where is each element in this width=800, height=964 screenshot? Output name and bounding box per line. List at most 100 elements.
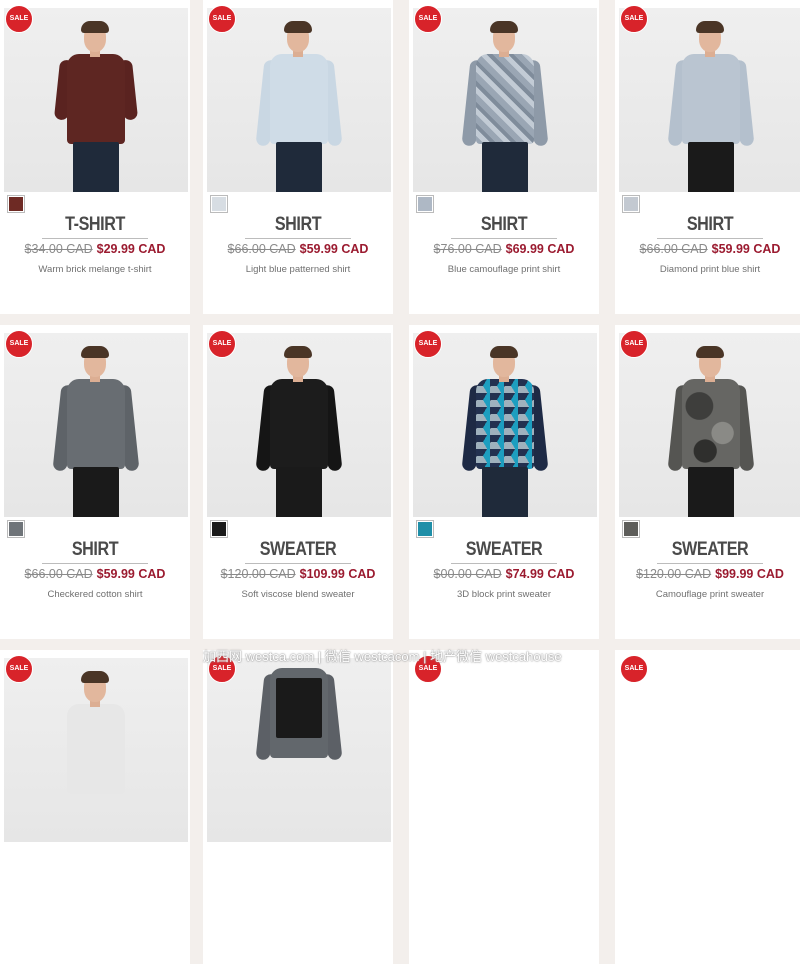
product-card[interactable]: SALE [0,650,190,964]
product-card[interactable]: SALE SWEATER $120.00 CAD $109.99 CAD Soft… [203,325,393,639]
product-card[interactable]: SALE SHIRT $66.00 CAD $59.99 CAD Checkere… [0,325,190,639]
product-card[interactable]: SALE [615,650,800,964]
product-card[interactable]: SALE SWEATER $00.00 CAD $74.99 CAD 3D blo… [409,325,599,639]
sale-price: $109.99 CAD [299,567,376,581]
product-card[interactable]: SALE [203,650,393,964]
product-name[interactable]: SHIRT [217,214,379,236]
sale-price: $29.99 CAD [96,242,166,256]
product-photo[interactable] [207,333,391,517]
product-name[interactable]: SWEATER [423,539,585,561]
product-card[interactable]: SALE SWEATER $120.00 CAD $99.99 CAD Camou… [615,325,800,639]
color-swatch[interactable] [416,520,434,538]
model-figure [460,21,550,192]
price-row: $34.00 CAD $29.99 CAD [0,242,190,256]
divider [657,238,763,239]
model-figure [51,671,141,842]
sale-badge: SALE [620,330,648,358]
divider [42,563,148,564]
color-swatch[interactable] [210,520,228,538]
sale-badge: SALE [414,330,442,358]
original-price: $120.00 CAD [636,567,712,581]
product-photo[interactable] [207,658,391,842]
color-swatch[interactable] [416,195,434,213]
product-description: Warm brick melange t-shirt [38,264,152,275]
product-photo[interactable] [4,8,188,192]
product-name[interactable]: SHIRT [629,214,791,236]
product-card[interactable]: SALE [409,650,599,964]
product-description: Checkered cotton shirt [47,589,143,600]
sale-badge: SALE [5,330,33,358]
product-name[interactable]: SWEATER [217,539,379,561]
product-description: Diamond print blue shirt [659,264,761,275]
sale-badge: SALE [414,5,442,33]
divider [451,563,557,564]
original-price: $66.00 CAD [639,242,708,256]
product-name[interactable]: SWEATER [629,539,791,561]
sale-badge: SALE [208,330,236,358]
divider [657,563,763,564]
original-price: $120.00 CAD [220,567,296,581]
model-figure [460,346,550,517]
product-description: Soft viscose blend sweater [241,589,355,600]
price-row: $00.00 CAD $74.99 CAD [409,567,599,581]
product-description: 3D block print sweater [457,589,551,600]
sale-badge: SALE [620,5,648,33]
sale-badge: SALE [620,655,648,683]
sale-price: $59.99 CAD [711,242,781,256]
product-description: Light blue patterned shirt [245,264,351,275]
model-figure [666,21,756,192]
color-swatch[interactable] [622,195,640,213]
color-swatch[interactable] [622,520,640,538]
sale-badge: SALE [5,5,33,33]
price-row: $66.00 CAD $59.99 CAD [0,567,190,581]
product-grid: SALE T-SHIRT $34.00 CAD $29.99 CAD Warm b… [0,0,800,964]
product-card[interactable]: SALE SHIRT $66.00 CAD $59.99 CAD Diamond … [615,0,800,314]
sale-price: $59.99 CAD [299,242,369,256]
product-name[interactable]: T-SHIRT [14,214,176,236]
product-photo[interactable] [619,333,800,517]
model-figure [51,21,141,192]
color-swatch[interactable] [7,195,25,213]
product-photo[interactable] [207,8,391,192]
sale-price: $69.99 CAD [505,242,575,256]
original-price: $34.00 CAD [24,242,93,256]
model-figure [254,21,344,192]
original-price: $00.00 CAD [433,567,502,581]
original-price: $66.00 CAD [24,567,93,581]
model-figure [666,346,756,517]
color-swatch[interactable] [7,520,25,538]
product-card[interactable]: SALE T-SHIRT $34.00 CAD $29.99 CAD Warm b… [0,0,190,314]
price-row: $120.00 CAD $109.99 CAD [203,567,393,581]
price-row: $120.00 CAD $99.99 CAD [615,567,800,581]
price-row: $66.00 CAD $59.99 CAD [615,242,800,256]
divider [451,238,557,239]
model-figure [254,658,344,808]
product-name[interactable]: SHIRT [423,214,585,236]
sale-price: $99.99 CAD [715,567,784,581]
product-photo[interactable] [413,333,597,517]
divider [245,563,351,564]
product-name[interactable]: SHIRT [14,539,176,561]
color-swatch[interactable] [210,195,228,213]
product-description: Blue camouflage print shirt [447,264,561,275]
product-photo[interactable] [619,8,800,192]
product-photo[interactable] [4,658,188,842]
price-row: $66.00 CAD $59.99 CAD [203,242,393,256]
sale-badge: SALE [208,5,236,33]
product-photo[interactable] [413,8,597,192]
sale-price: $74.99 CAD [505,567,575,581]
watermark-text: 加西网 westca.com | 微信 westcacom | 地产微信 wes… [203,649,562,664]
divider [42,238,148,239]
price-row: $76.00 CAD $69.99 CAD [409,242,599,256]
original-price: $76.00 CAD [433,242,502,256]
model-figure [51,346,141,517]
divider [245,238,351,239]
product-card[interactable]: SALE SHIRT $66.00 CAD $59.99 CAD Light bl… [203,0,393,314]
sale-badge: SALE [5,655,33,683]
original-price: $66.00 CAD [227,242,296,256]
product-photo[interactable] [4,333,188,517]
product-card[interactable]: SALE SHIRT $76.00 CAD $69.99 CAD Blue cam… [409,0,599,314]
sale-price: $59.99 CAD [96,567,166,581]
product-description: Camouflage print sweater [655,589,765,600]
model-figure [254,346,344,517]
